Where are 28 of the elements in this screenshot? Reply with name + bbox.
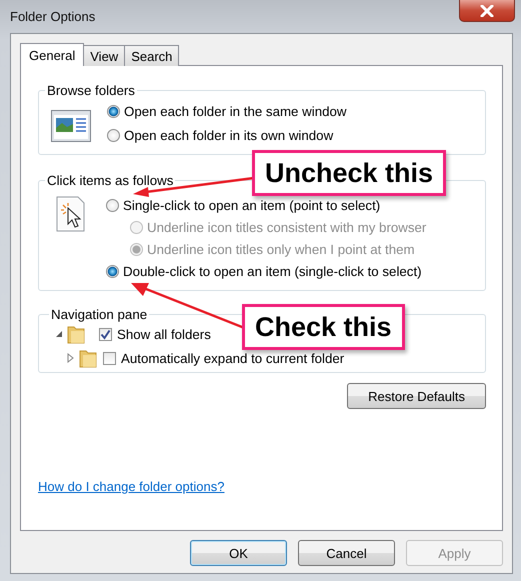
folder-icon — [67, 324, 85, 344]
radio-option[interactable]: Open each folder in its own window — [107, 127, 346, 143]
collapsed-triangle-icon — [67, 353, 75, 363]
radio-option[interactable]: Open each folder in the same window — [107, 103, 346, 119]
expanded-triangle-icon — [55, 329, 63, 339]
callout-label: Check this — [242, 304, 405, 350]
close-icon — [479, 4, 495, 16]
tab[interactable]: General — [20, 43, 84, 66]
checkbox-option[interactable]: Automatically expand to current folder — [103, 350, 344, 366]
callout-label: Uncheck this — [252, 150, 446, 196]
window-title: Folder Options — [10, 9, 96, 24]
radio-option[interactable]: Single-click to open an item (point to select) — [106, 197, 426, 213]
dialog-button[interactable]: OK — [190, 540, 287, 566]
checkmark-icon — [100, 328, 111, 340]
checkbox-option[interactable]: Show all folders — [99, 326, 211, 342]
radio-option[interactable]: Double-click to open an item (single-click to select) — [106, 263, 426, 279]
group-title: Click items as follows — [46, 173, 174, 188]
folder-icon — [79, 348, 97, 368]
tab[interactable]: View — [83, 45, 126, 66]
restore-defaults-button[interactable]: Restore Defaults — [347, 383, 486, 409]
group-title: Navigation pane — [50, 307, 148, 322]
page-cursor-icon — [56, 196, 86, 232]
group-title: Browse folders — [46, 83, 136, 98]
tab[interactable]: Search — [124, 45, 180, 66]
dialog-button[interactable]: Cancel — [298, 540, 395, 566]
close-button[interactable] — [459, 0, 515, 22]
window-icon — [51, 110, 91, 142]
help-link[interactable]: How do I change folder options? — [38, 479, 224, 494]
